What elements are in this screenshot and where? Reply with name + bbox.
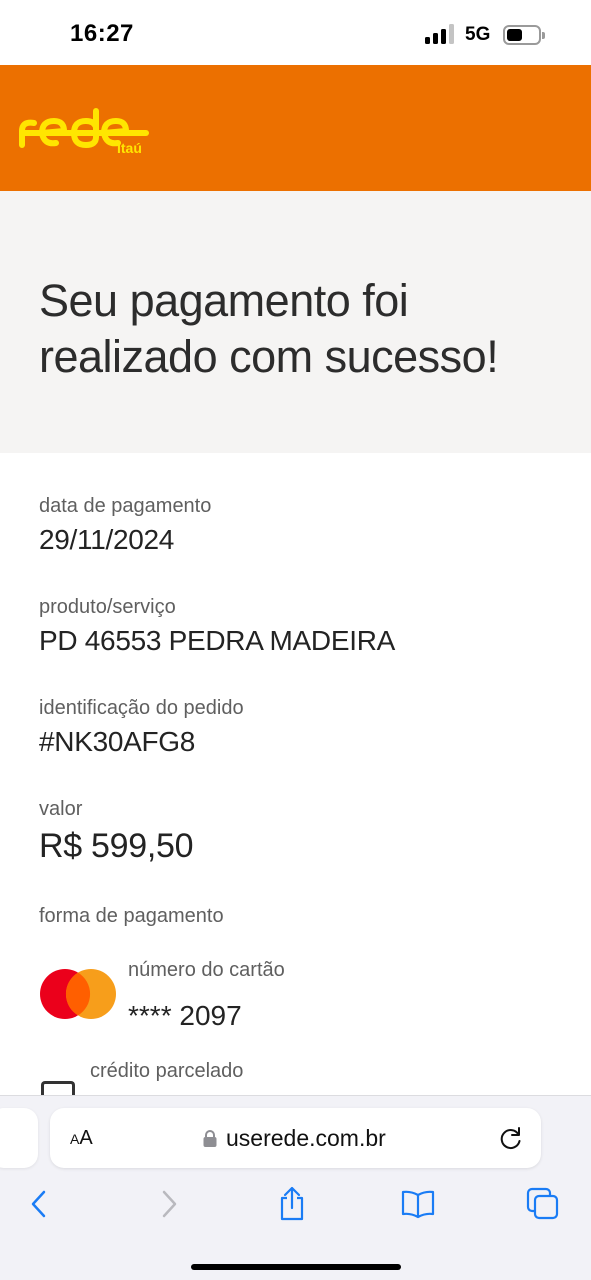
success-hero: Seu pagamento foi realizado com sucesso! xyxy=(0,191,591,453)
battery-icon xyxy=(503,25,545,45)
product-value: PD 46553 PEDRA MADEIRA xyxy=(39,625,395,656)
order-id-label: identificação do pedido xyxy=(39,697,244,719)
page-title: Seu pagamento foi realizado com sucesso! xyxy=(39,275,499,382)
order-id-value: #NK30AFG8 xyxy=(39,726,196,757)
amount-value: R$ 599,50 xyxy=(39,827,194,865)
status-bar: 16:27 5G xyxy=(0,0,591,65)
home-indicator xyxy=(191,1264,401,1270)
brand-sub-label: Itaú xyxy=(117,140,142,156)
installments-label: crédito parcelado xyxy=(90,1060,244,1082)
mastercard-icon xyxy=(40,969,116,1019)
tabs-icon xyxy=(526,1187,559,1220)
share-button[interactable] xyxy=(272,1184,312,1224)
browser-toolbar: AA userede.com.br xyxy=(0,1095,591,1280)
reload-icon[interactable] xyxy=(498,1125,524,1151)
address-bar[interactable]: AA userede.com.br xyxy=(50,1108,541,1168)
tabs-button[interactable] xyxy=(523,1184,563,1224)
payment-details: data de pagamento 29/11/2024 produto/ser… xyxy=(0,453,591,1101)
forward-button[interactable] xyxy=(148,1184,188,1224)
forward-icon xyxy=(162,1190,177,1218)
share-icon xyxy=(280,1186,304,1221)
back-button[interactable] xyxy=(20,1184,60,1224)
payment-method-label: forma de pagamento xyxy=(39,905,224,927)
lock-icon xyxy=(203,1130,217,1147)
back-icon xyxy=(31,1190,46,1218)
status-time: 16:27 xyxy=(70,20,134,47)
payment-date-value: 29/11/2024 xyxy=(39,524,175,555)
card-number-label: número do cartão xyxy=(128,959,285,981)
card-number-value: **** 2097 xyxy=(128,1000,242,1031)
bookmarks-button[interactable] xyxy=(398,1184,438,1224)
cellular-signal-icon xyxy=(425,24,455,44)
amount-label: valor xyxy=(39,798,83,820)
bookmarks-icon xyxy=(401,1190,435,1219)
previous-tab-preview[interactable] xyxy=(0,1108,38,1168)
url-text[interactable]: userede.com.br xyxy=(226,1125,386,1152)
network-type: 5G xyxy=(465,24,491,45)
text-size-button[interactable]: AA xyxy=(70,1127,93,1150)
brand-header: Itaú xyxy=(0,65,591,191)
payment-date-label: data de pagamento xyxy=(39,495,212,517)
product-label: produto/serviço xyxy=(39,596,176,618)
